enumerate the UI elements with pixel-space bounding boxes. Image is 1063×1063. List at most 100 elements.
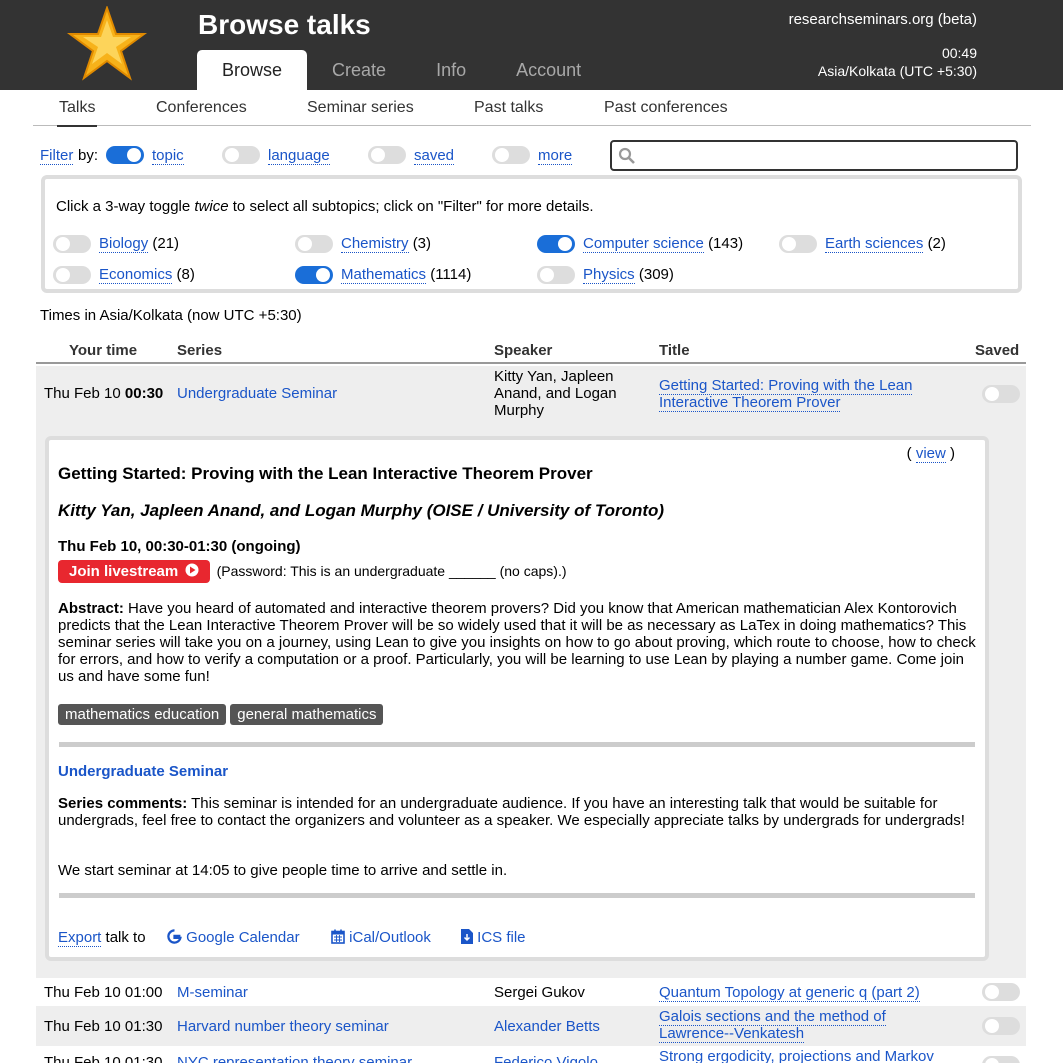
subtab-seminar-series[interactable]: Seminar series bbox=[307, 99, 414, 117]
talk-hour: 00:30 bbox=[124, 385, 164, 402]
mathematics-toggle[interactable] bbox=[295, 266, 333, 284]
more-filter-link[interactable]: more bbox=[538, 147, 573, 165]
password-note: (Password: This is an undergraduate ____… bbox=[216, 563, 567, 579]
filter-link[interactable]: Filter bbox=[40, 147, 74, 165]
star-logo-icon[interactable] bbox=[66, 6, 148, 82]
earth-sciences-count: (2) bbox=[927, 235, 946, 252]
talk-title-text[interactable]: Getting Started: Proving with the Lean I… bbox=[659, 377, 913, 412]
talk-when: Thu Feb 10, 00:30-01:30 (ongoing) bbox=[58, 538, 301, 555]
topic-physics: Physics (309) bbox=[583, 266, 674, 284]
earth-sciences-link[interactable]: Earth sciences bbox=[825, 235, 924, 253]
series-title-link[interactable]: Undergraduate Seminar bbox=[58, 763, 228, 780]
economics-toggle[interactable] bbox=[53, 266, 91, 284]
filter-by-label: by: bbox=[78, 147, 99, 164]
topic-instructions: Click a 3-way toggle twice to select all… bbox=[56, 198, 594, 215]
talk-title-link[interactable]: Galois sections and the method of Lawren… bbox=[659, 1008, 939, 1043]
economics-link[interactable]: Economics bbox=[99, 266, 173, 284]
search-icon bbox=[618, 147, 635, 164]
language-filter-link[interactable]: language bbox=[268, 147, 330, 165]
subtab-conferences[interactable]: Conferences bbox=[156, 99, 247, 117]
economics-count: (8) bbox=[176, 266, 195, 283]
export-suffix: talk to bbox=[105, 929, 146, 946]
topic-filter-link[interactable]: topic bbox=[152, 147, 184, 165]
col-saved: Saved bbox=[975, 342, 1020, 359]
export-google-calendar[interactable]: Google Calendar bbox=[167, 929, 300, 946]
main-nav: Browse Create Info Account bbox=[197, 50, 606, 90]
timezone-note: Times in Asia/Kolkata (now UTC +5:30) bbox=[40, 307, 302, 324]
biology-link[interactable]: Biology bbox=[99, 235, 149, 253]
mathematics-link[interactable]: Mathematics bbox=[341, 266, 427, 284]
language-filter-toggle[interactable] bbox=[222, 146, 260, 164]
tab-browse[interactable]: Browse bbox=[197, 50, 308, 90]
site-name-link[interactable]: researchseminars.org (beta) bbox=[789, 11, 977, 28]
tag-mathematics-education[interactable]: mathematics education bbox=[58, 704, 227, 725]
abstract: Abstract: Have you heard of automated an… bbox=[58, 600, 976, 685]
physics-toggle[interactable] bbox=[537, 266, 575, 284]
join-livestream-button[interactable]: Join livestream bbox=[58, 560, 211, 583]
series-link[interactable]: Undergraduate Seminar bbox=[177, 385, 337, 402]
computer-science-link[interactable]: Computer science bbox=[583, 235, 704, 253]
computer-science-toggle[interactable] bbox=[537, 235, 575, 253]
save-toggle[interactable] bbox=[982, 1017, 1020, 1035]
tag-general-mathematics[interactable]: general mathematics bbox=[230, 704, 384, 725]
play-circle-icon bbox=[185, 563, 199, 577]
chemistry-toggle[interactable] bbox=[295, 235, 333, 253]
topic-filter-toggle[interactable] bbox=[106, 146, 144, 164]
ics-label[interactable]: ICS file bbox=[477, 929, 525, 946]
export-link[interactable]: Export bbox=[58, 929, 102, 947]
save-toggle[interactable] bbox=[982, 385, 1020, 403]
timezone-link[interactable]: Asia/Kolkata (UTC +5:30) bbox=[818, 62, 977, 80]
series-link[interactable]: Harvard number theory seminar bbox=[177, 1018, 389, 1035]
talk-title-text[interactable]: Quantum Topology at generic q (part 2) bbox=[659, 984, 920, 1002]
tab-account[interactable]: Account bbox=[491, 50, 606, 90]
google-calendar-label[interactable]: Google Calendar bbox=[186, 929, 299, 946]
search-input[interactable] bbox=[610, 140, 1018, 171]
series-link[interactable]: M-seminar bbox=[177, 984, 248, 1001]
col-series: Series bbox=[177, 342, 223, 359]
chemistry-link[interactable]: Chemistry bbox=[341, 235, 409, 253]
topic-biology: Biology (21) bbox=[99, 235, 180, 253]
biology-toggle[interactable] bbox=[53, 235, 91, 253]
speaker-link[interactable]: Federico Vigolo bbox=[494, 1054, 598, 1063]
export-ical[interactable]: iCal/Outlook bbox=[331, 929, 431, 946]
more-filter-toggle[interactable] bbox=[492, 146, 530, 164]
instructions-emphasis: twice bbox=[194, 198, 229, 215]
table-row: Thu Feb 10 01:00 M-seminar Sergei Gukov … bbox=[36, 978, 1026, 1006]
talk-title-text[interactable]: Strong ergodicity, projections and Marko… bbox=[659, 1048, 934, 1063]
subtab-talks[interactable]: Talks bbox=[57, 99, 98, 127]
talk-title-link[interactable]: Strong ergodicity, projections and Marko… bbox=[659, 1048, 949, 1063]
physics-link[interactable]: Physics bbox=[583, 266, 635, 284]
clock: 00:49 Asia/Kolkata (UTC +5:30) bbox=[818, 44, 977, 80]
subtab-past-conferences[interactable]: Past conferences bbox=[604, 99, 728, 117]
subtab-past-talks[interactable]: Past talks bbox=[474, 99, 543, 117]
ical-label[interactable]: iCal/Outlook bbox=[349, 929, 431, 946]
speaker-link[interactable]: Alexander Betts bbox=[494, 1018, 600, 1035]
talk-title-link[interactable]: Getting Started: Proving with the Lean I… bbox=[659, 377, 949, 412]
talk-title-text[interactable]: Galois sections and the method of Lawren… bbox=[659, 1008, 886, 1043]
save-toggle[interactable] bbox=[982, 1056, 1020, 1063]
saved-filter-link[interactable]: saved bbox=[414, 147, 455, 165]
page-title: Browse talks bbox=[198, 9, 371, 40]
biology-count: (21) bbox=[152, 235, 180, 252]
table-row: Thu Feb 10 01:30 NYC representation theo… bbox=[36, 1046, 1026, 1063]
talk-title-link[interactable]: Quantum Topology at generic q (part 2) bbox=[659, 984, 920, 1002]
col-your-time: Your time bbox=[69, 342, 138, 359]
tab-info[interactable]: Info bbox=[411, 50, 491, 90]
series-link[interactable]: NYC representation theory seminar bbox=[177, 1054, 412, 1063]
speaker-name: Kitty Yan, Japleen Anand, and Logan Murp… bbox=[494, 368, 617, 419]
saved-filter-toggle[interactable] bbox=[368, 146, 406, 164]
earth-sciences-toggle[interactable] bbox=[779, 235, 817, 253]
abstract-label: Abstract: bbox=[58, 600, 124, 617]
chemistry-count: (3) bbox=[412, 235, 432, 252]
tab-create[interactable]: Create bbox=[307, 50, 411, 90]
series-note: We start seminar at 14:05 to give people… bbox=[58, 862, 508, 879]
talk-date: Thu Feb 10 bbox=[44, 1054, 121, 1063]
talk-time: Thu Feb 10 01:00 bbox=[44, 984, 162, 1001]
save-toggle[interactable] bbox=[982, 983, 1020, 1001]
divider bbox=[59, 893, 975, 898]
top-bar: Browse talks Browse Create Info Account … bbox=[0, 0, 1063, 90]
topic-mathematics: Mathematics (1114) bbox=[341, 266, 471, 284]
topic-economics: Economics (8) bbox=[99, 266, 195, 284]
export-ics[interactable]: ICS file bbox=[461, 929, 526, 946]
view-link[interactable]: view bbox=[915, 445, 946, 463]
